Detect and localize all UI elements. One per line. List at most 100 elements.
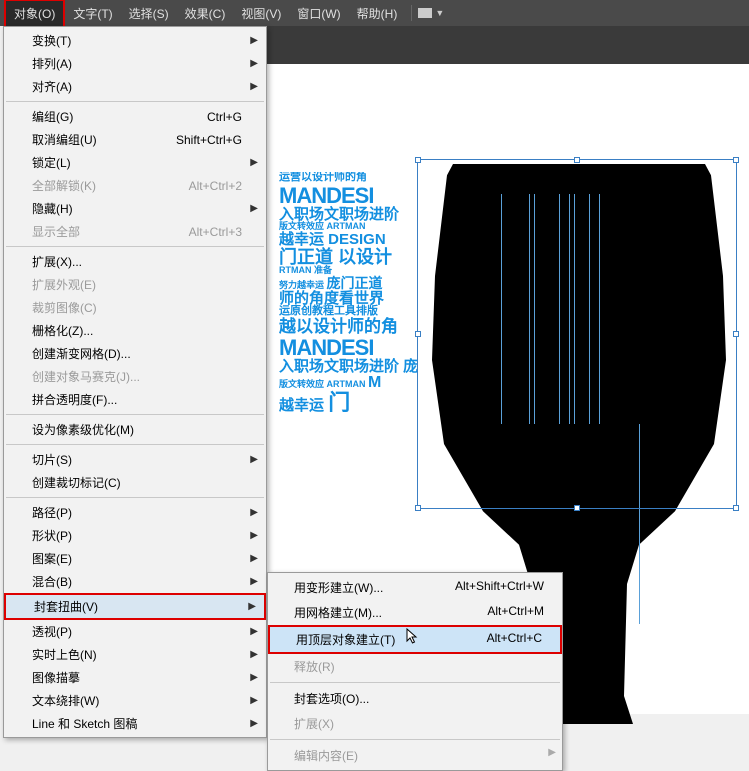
submenu-arrow-icon: ▶ [250,649,258,660]
menu-separator [270,739,560,740]
submenu-item[interactable]: 用变形建立(W)...Alt+Shift+Ctrl+W [268,575,562,600]
menu-item: 扩展外观(E) [4,273,266,296]
resize-handle-w[interactable] [415,331,421,337]
submenu-item[interactable]: 用顶层对象建立(T)Alt+Ctrl+C [268,625,562,654]
submenu-arrow-icon: ▶ [250,695,258,706]
menu-item-label: 混合(B) [32,573,72,590]
menu-item[interactable]: 形状(P) ▶ [4,524,266,547]
menu-item-label: 隐藏(H) [32,200,73,217]
menu-item[interactable]: 变换(T) ▶ [4,29,266,52]
menu-text[interactable]: 文字(T) [65,1,120,26]
submenu-arrow-icon: ▶ [250,626,258,637]
submenu-arrow-icon: ▶ [250,58,258,69]
menu-item[interactable]: 排列(A)▶ [4,52,266,75]
submenu-item-label: 编辑内容(E) [294,747,358,764]
menu-separator [6,246,264,247]
menu-item-label: 全部解锁(K) [32,177,96,194]
submenu-arrow-icon: ▶ [250,157,258,168]
menubar: 对象(O) 文字(T) 选择(S) 效果(C) 视图(V) 窗口(W) 帮助(H… [0,0,749,26]
menu-item-label: 封套扭曲(V) [34,598,98,615]
menu-separator [270,682,560,683]
menu-item: 裁剪图像(C) [4,296,266,319]
resize-handle-se[interactable] [733,505,739,511]
submenu-item-label: 用顶层对象建立(T) [296,631,395,648]
menu-item[interactable]: 创建裁切标记(C) [4,471,266,494]
submenu-arrow-icon: ▶ [250,35,258,46]
menu-item[interactable]: Line 和 Sketch 图稿▶ [4,712,266,735]
menu-item[interactable]: 混合(B) ▶ [4,570,266,593]
resize-handle-ne[interactable] [733,157,739,163]
resize-handle-nw[interactable] [415,157,421,163]
menu-item: 全部解锁(K) Alt+Ctrl+2 [4,174,266,197]
menu-item[interactable]: 实时上色(N)▶ [4,643,266,666]
menu-item[interactable]: 封套扭曲(V) ▶ [4,593,266,620]
resize-handle-e[interactable] [733,331,739,337]
submenu-arrow-icon: ▶ [250,81,258,92]
resize-handle-n[interactable] [574,157,580,163]
submenu-arrow-icon: ▶ [248,601,256,612]
menubar-separator [411,5,412,21]
resize-handle-s[interactable] [574,505,580,511]
menu-item: 显示全部 Alt+Ctrl+3 [4,220,266,243]
menu-item-label: 锁定(L) [32,154,71,171]
menu-item-label: 裁剪图像(C) [32,299,97,316]
chevron-down-icon[interactable]: ▼ [435,8,444,18]
submenu-arrow-icon: ▶ [548,747,556,758]
menu-separator [6,414,264,415]
menu-item[interactable]: 隐藏(H)▶ [4,197,266,220]
menu-item-shortcut: Shift+Ctrl+G [176,133,242,147]
menu-item[interactable]: 文本绕排(W) ▶ [4,689,266,712]
menu-item[interactable]: 创建渐变网格(D)... [4,342,266,365]
menu-item[interactable]: 透视(P) ▶ [4,620,266,643]
menu-select[interactable]: 选择(S) [121,1,177,26]
selection-bounding-box[interactable] [417,159,737,509]
menu-item-label: 文本绕排(W) [32,692,99,709]
menu-item-label: 路径(P) [32,504,72,521]
menu-item[interactable]: 锁定(L) ▶ [4,151,266,174]
menu-item-label: 形状(P) [32,527,72,544]
submenu-item: 扩展(X) [268,711,562,736]
submenu-item[interactable]: 封套选项(O)... [268,686,562,711]
submenu-arrow-icon: ▶ [250,507,258,518]
menu-help[interactable]: 帮助(H) [349,1,406,26]
object-menu-dropdown: 变换(T)▶排列(A)▶对齐(A)▶编组(G)Ctrl+G取消编组(U)Shif… [3,26,267,738]
menu-item[interactable]: 取消编组(U)Shift+Ctrl+G [4,128,266,151]
menu-item-label: 显示全部 [32,223,80,240]
submenu-item-shortcut: Alt+Ctrl+M [487,604,544,621]
menu-item[interactable]: 扩展(X)... [4,250,266,273]
menu-item-label: 设为像素级优化(M) [32,421,134,438]
submenu-arrow-icon: ▶ [250,718,258,729]
menu-separator [6,497,264,498]
menu-window[interactable]: 窗口(W) [289,1,348,26]
submenu-arrow-icon: ▶ [250,576,258,587]
menu-item-shortcut: Alt+Ctrl+3 [189,225,242,239]
menu-item[interactable]: 拼合透明度(F)... [4,388,266,411]
submenu-arrow-icon: ▶ [250,530,258,541]
submenu-item-label: 用网格建立(M)... [294,604,382,621]
submenu-item-label: 封套选项(O)... [294,690,369,707]
menu-item[interactable]: 图像描摹▶ [4,666,266,689]
submenu-arrow-icon: ▶ [250,553,258,564]
menu-item-label: 创建对象马赛克(J)... [32,368,140,385]
menu-item[interactable]: 编组(G)Ctrl+G [4,105,266,128]
submenu-arrow-icon: ▶ [250,454,258,465]
menu-item-label: 变换(T) [32,32,71,49]
submenu-item[interactable]: 用网格建立(M)... Alt+Ctrl+M [268,600,562,625]
menu-item-label: 透视(P) [32,623,72,640]
menu-item[interactable]: 对齐(A)▶ [4,75,266,98]
menu-item[interactable]: 路径(P) ▶ [4,501,266,524]
menu-item-shortcut: Alt+Ctrl+2 [189,179,242,193]
menu-item[interactable]: 设为像素级优化(M) [4,418,266,441]
menu-effect[interactable]: 效果(C) [177,1,234,26]
submenu-arrow-icon: ▶ [250,672,258,683]
menu-item-label: 拼合透明度(F)... [32,391,117,408]
menu-view[interactable]: 视图(V) [233,1,289,26]
resize-handle-sw[interactable] [415,505,421,511]
menu-object[interactable]: 对象(O) [4,0,65,28]
menu-item[interactable]: 图案(E)▶ [4,547,266,570]
arrange-documents-icon[interactable] [418,8,432,18]
menu-item[interactable]: 切片(S)▶ [4,448,266,471]
menu-item[interactable]: 栅格化(Z)... [4,319,266,342]
menu-item: 创建对象马赛克(J)... [4,365,266,388]
menu-item-label: 扩展(X)... [32,253,82,270]
